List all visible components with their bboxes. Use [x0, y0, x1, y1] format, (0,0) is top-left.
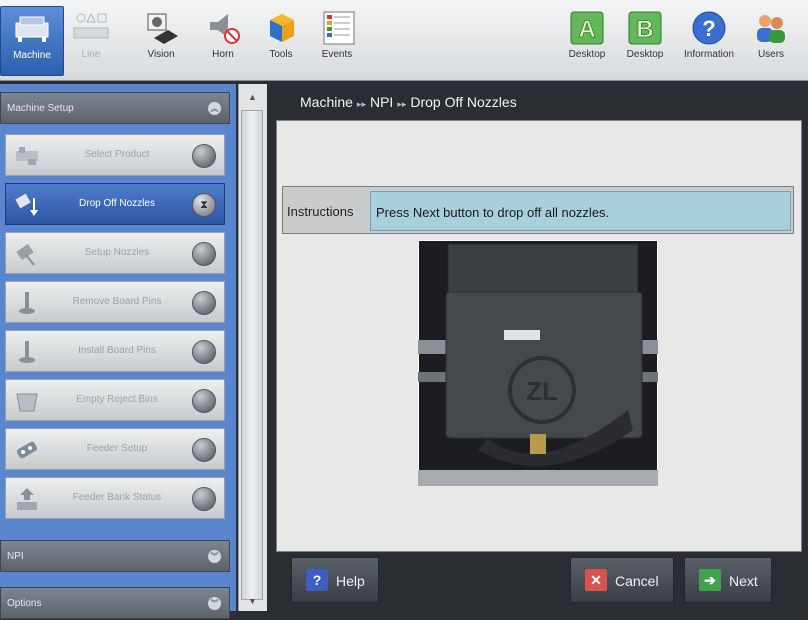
setup-nozzles-icon — [16, 243, 35, 266]
placement-head-image: ZL — [418, 240, 658, 486]
step-remove-board-pins[interactable]: Remove Board Pins — [5, 281, 225, 323]
toolbar-machine-label: Machine — [13, 50, 51, 61]
step-label: Empty Reject Bins — [76, 394, 158, 405]
step-empty-reject-bins[interactable]: Empty Reject Bins — [5, 379, 225, 421]
toolbar-desktop-b-label: Desktop — [626, 49, 664, 60]
help-icon: ? — [306, 569, 328, 591]
toolbar-vision-button[interactable]: Vision — [130, 6, 192, 74]
step-label: Feeder Setup — [86, 443, 148, 454]
left-panel: Machine Setup ︽ Select Product Drop Off … — [0, 84, 236, 619]
remove-board-pins-icon — [19, 292, 35, 314]
next-button[interactable]: ➔ Next — [684, 557, 772, 603]
machine-setup-header[interactable]: Machine Setup ︽ — [0, 92, 230, 124]
install-board-pins-icon — [19, 341, 35, 363]
cancel-button[interactable]: ✕ Cancel — [570, 557, 674, 603]
machine-setup-label: Machine Setup — [7, 103, 74, 114]
status-indicator — [192, 389, 216, 413]
step-drop-off-nozzles[interactable]: Drop Off Nozzles ⧗ — [5, 183, 225, 225]
toolbar-tools-label: Tools — [269, 49, 293, 60]
cancel-icon: ✕ — [585, 569, 607, 591]
status-indicator — [192, 487, 216, 511]
sidebar-scrollbar[interactable]: ▲ ▼ — [238, 84, 267, 611]
scroll-down-icon[interactable]: ▼ — [248, 596, 257, 606]
toolbar-horn-button[interactable]: Horn — [192, 6, 254, 74]
toolbar-desktop-a-label: Desktop — [568, 49, 606, 60]
options-label: Options — [7, 598, 42, 609]
hourglass-icon: ⧗ — [192, 193, 216, 217]
breadcrumb-machine: Machine — [300, 94, 353, 110]
main-toolbar: Machine Line Vision Horn Tools Events A … — [0, 0, 808, 81]
toolbar-line-label: Line — [81, 49, 101, 60]
drop-off-nozzles-icon — [15, 193, 38, 216]
feeder-setup-icon — [16, 441, 38, 459]
svg-text:?: ? — [702, 16, 715, 41]
horn-icon — [210, 14, 240, 44]
step-label: Remove Board Pins — [72, 296, 162, 307]
instructions-label: Instructions — [287, 204, 354, 219]
select-product-icon — [16, 147, 38, 165]
step-select-product[interactable]: Select Product — [5, 134, 225, 176]
step-label: Setup Nozzles — [84, 247, 150, 258]
toolbar-machine-button[interactable]: Machine — [0, 6, 64, 76]
toolbar-line-button[interactable]: Line — [60, 6, 122, 74]
instructions-text: Press Next button to drop off all nozzle… — [370, 191, 791, 231]
desktop-b-icon: B — [628, 11, 662, 45]
npi-label: NPI — [7, 551, 24, 562]
status-indicator — [192, 144, 216, 168]
breadcrumb: Machine ▸▸ NPI ▸▸ Drop Off Nozzles — [300, 94, 517, 110]
options-header[interactable]: Options ︾ — [0, 587, 230, 619]
toolbar-information-button[interactable]: ? Information — [678, 6, 740, 74]
tools-icon — [270, 14, 294, 42]
toolbar-users-label: Users — [757, 49, 785, 60]
svg-text:A: A — [578, 16, 595, 43]
status-indicator — [192, 438, 216, 462]
arrow-right-icon: ➔ — [699, 569, 721, 591]
breadcrumb-separator-icon: ▸▸ — [356, 99, 366, 109]
desktop-a-icon: A — [570, 11, 604, 45]
step-setup-nozzles[interactable]: Setup Nozzles — [5, 232, 225, 274]
svg-text:ZL: ZL — [526, 376, 558, 406]
scroll-up-icon[interactable]: ▲ — [248, 92, 257, 102]
step-install-board-pins[interactable]: Install Board Pins — [5, 330, 225, 372]
toolbar-vision-label: Vision — [147, 49, 175, 60]
chevron-down-icon: ︾ — [208, 597, 221, 610]
step-label: Install Board Pins — [78, 345, 156, 356]
toolbar-users-button[interactable]: Users — [740, 6, 802, 74]
breadcrumb-separator-icon: ▸▸ — [397, 99, 407, 109]
toolbar-desktop-b-button[interactable]: B Desktop — [614, 6, 676, 74]
toolbar-desktop-a-button[interactable]: A Desktop — [556, 6, 618, 74]
status-indicator — [192, 291, 216, 315]
cancel-label: Cancel — [615, 573, 659, 589]
empty-reject-bins-icon — [16, 393, 38, 412]
help-button[interactable]: ? Help — [291, 557, 379, 603]
help-label: Help — [336, 573, 365, 589]
step-label: Feeder Bank Status — [72, 492, 162, 503]
camera-icon — [147, 13, 178, 44]
toolbar-events-label: Events — [321, 49, 353, 60]
events-icon — [323, 11, 355, 45]
status-indicator — [192, 242, 216, 266]
next-label: Next — [729, 573, 758, 589]
toolbar-information-label: Information — [683, 49, 735, 60]
svg-text:B: B — [636, 16, 653, 43]
status-indicator — [192, 340, 216, 364]
chevron-down-icon: ︾ — [208, 550, 221, 563]
users-icon — [757, 15, 785, 43]
step-label: Drop Off Nozzles — [79, 198, 155, 209]
line-icon — [73, 12, 109, 39]
scroll-thumb[interactable] — [241, 110, 263, 600]
chevron-up-icon: ︽ — [208, 102, 221, 115]
step-label: Select Product — [84, 149, 150, 160]
information-icon: ? — [692, 11, 726, 45]
machine-icon — [15, 16, 49, 42]
toolbar-horn-label: Horn — [212, 49, 234, 60]
toolbar-events-button[interactable]: Events — [306, 6, 368, 74]
step-feeder-bank-status[interactable]: Feeder Bank Status — [5, 477, 225, 519]
npi-header[interactable]: NPI ︾ — [0, 540, 230, 572]
step-feeder-setup[interactable]: Feeder Setup — [5, 428, 225, 470]
breadcrumb-npi: NPI — [369, 94, 394, 110]
toolbar-tools-button[interactable]: Tools — [250, 6, 312, 74]
breadcrumb-current: Drop Off Nozzles — [410, 94, 517, 110]
feeder-bank-status-icon — [17, 488, 37, 510]
